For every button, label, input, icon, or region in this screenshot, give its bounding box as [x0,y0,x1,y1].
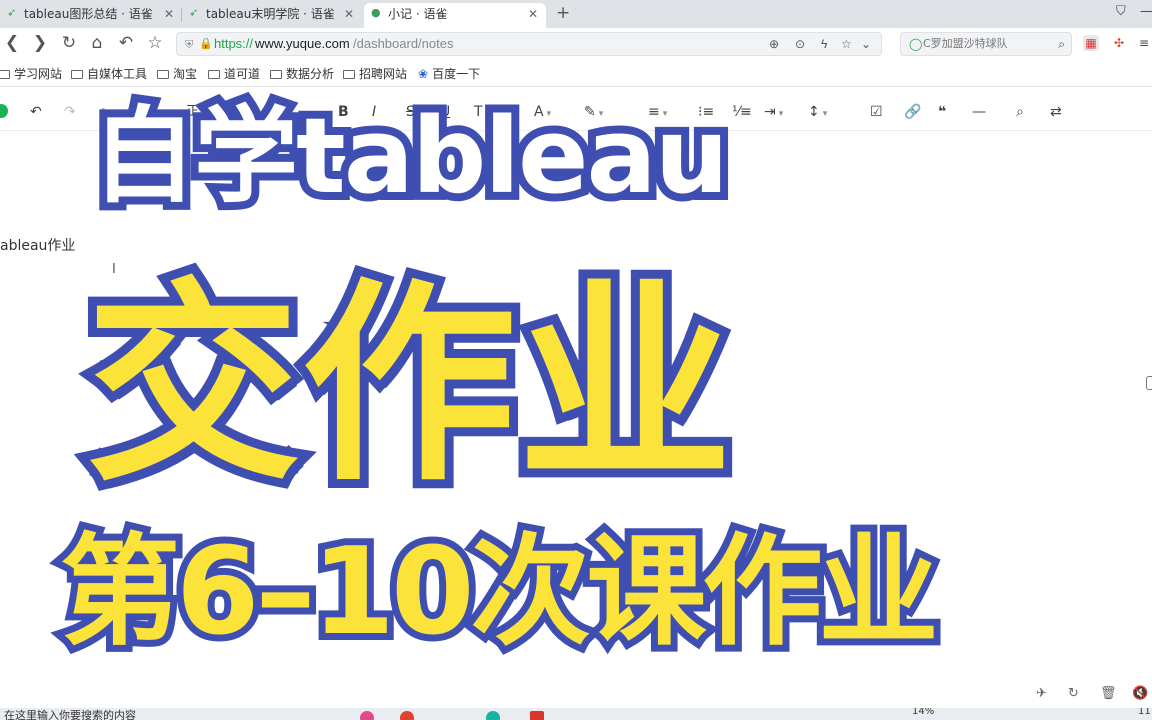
search-icon[interactable]: ⌕ [1058,33,1065,55]
folder-icon [0,70,10,79]
home-icon[interactable]: ⌂ [87,33,107,53]
shield-icon: ⛨ [185,39,194,51]
bookmark-folder[interactable]: 招聘网站 [343,65,407,82]
bookmark-baidu[interactable]: ❀ 百度一下 [418,65,480,82]
yuque-favicon-icon: ➶ [189,6,199,19]
bookmark-folder[interactable]: 淘宝 [157,65,197,82]
checkbox-icon[interactable]: ☑ [870,102,883,122]
taskbar-search-input[interactable]: 在这里输入你要搜索的内容 [4,708,136,720]
minimize-icon[interactable]: — [1140,4,1152,19]
tab-title: tableau图形总结 · 语雀 [24,7,153,21]
tab-title: tableau末明学院 · 语雀 [206,7,335,21]
address-bar[interactable]: ⛨ 🔒 https:// www.yuque.com /dashboard/no… [176,32,882,56]
tab-title: 小记 · 语雀 [388,7,448,21]
side-panel-handle[interactable] [1146,376,1152,390]
add-icon[interactable]: ⊕ [769,33,779,55]
overlay-headline: 交作业 [77,259,741,513]
yuque-leaf-icon: ● [371,6,381,19]
chevron-down-icon[interactable]: ⌄ [861,33,871,55]
clock: 11 [1138,708,1151,717]
tab-notes[interactable]: ● 小记 · 语雀 ✕ [364,3,546,28]
find-icon[interactable]: ⌕ [1016,102,1024,122]
bookmark-folder[interactable]: 道可道 [208,65,260,82]
undo-close-icon[interactable]: ↶ [116,33,136,53]
folder-icon [208,70,220,79]
game-icon[interactable]: ✣ [1111,35,1127,51]
numbered-list-icon[interactable]: ⅟≡ [732,102,752,122]
divider-icon[interactable]: — [972,102,986,122]
bookmarks-bar: 学习网站 自媒体工具 淘宝 道可道 数据分析 招聘网站 ❀ 百度一下 [0,60,1152,87]
bookmark-folder[interactable]: 自媒体工具 [71,65,147,82]
url-path: /dashboard/notes [353,36,454,51]
tab-tableau-academy[interactable]: ➶ tableau末明学院 · 语雀 ✕ [182,3,362,28]
close-icon[interactable]: ✕ [344,3,354,25]
bookmark-folder[interactable]: 学习网站 [0,65,62,82]
lock-icon: 🔒 [199,38,213,50]
flash-icon[interactable]: ϟ [821,33,827,55]
translate-icon[interactable]: ⇄ [1050,102,1062,122]
refresh-icon[interactable]: ↻ [1068,686,1079,701]
menu-icon[interactable]: ≡ [1136,35,1152,51]
search-engine-icon: ◯ [909,37,923,51]
overlay-subtitle: 第6–10次课作业 [53,516,945,669]
apps-grid-icon[interactable]: ▦ [1083,35,1099,51]
redo-icon[interactable]: ↷ [64,102,76,122]
overlay-title: 自学tableau [84,88,737,224]
sync-status-icon [0,104,8,118]
forward-icon[interactable]: ❯ [30,33,50,53]
app-icon[interactable] [360,711,374,720]
search-placeholder: C罗加盟沙特球队 [923,37,1008,50]
browser-tab-bar: ➶ tableau图形总结 · 语雀 ✕ ➶ tableau末明学院 · 语雀 … [0,0,1152,29]
app-icon[interactable] [486,711,500,720]
link-icon[interactable]: 🔗 [904,102,921,122]
paw-icon: ❀ [418,67,429,81]
indent-icon[interactable]: ⇥ [764,102,783,124]
tab-tableau-summary[interactable]: ➶ tableau图形总结 · 语雀 ✕ [0,3,182,28]
battery-percent: 14% [912,708,935,717]
zoom-icon[interactable]: ⊙ [795,33,805,55]
url-host: www.yuque.com [255,36,350,51]
os-taskbar: 在这里输入你要搜索的内容 14% 11 [0,708,1152,720]
app-icon[interactable] [530,711,544,720]
folder-icon [157,70,169,79]
new-tab-button[interactable]: + [556,3,570,23]
chrome-icon[interactable] [400,711,414,720]
navigation-bar: ❮ ❯ ↻ ⌂ ↶ ☆ ⛨ 🔒 https:// www.yuque.com /… [0,28,1152,60]
document-line[interactable]: ableau作业 [0,235,75,255]
mute-icon[interactable]: 🔇 [1132,686,1148,701]
folder-icon [270,70,282,79]
url-protocol: https:// [214,36,254,51]
reload-icon[interactable]: ↻ [59,33,79,53]
folder-icon [343,70,355,79]
search-input[interactable]: ◯ C罗加盟沙特球队 ⌕ [900,32,1072,56]
close-icon[interactable]: ✕ [528,3,538,25]
folder-icon [71,70,83,79]
back-icon[interactable]: ❮ [2,33,22,53]
close-icon[interactable]: ✕ [164,3,174,25]
rocket-icon[interactable]: ✈ [1036,686,1047,701]
undo-icon[interactable]: ↶ [30,102,42,122]
quote-icon[interactable]: ❝ [938,102,946,122]
trash-icon[interactable]: 🗑 [1100,686,1117,701]
bookmark-folder[interactable]: 数据分析 [270,65,334,82]
yuque-favicon-icon: ➶ [7,6,17,19]
bookmark-star-icon[interactable]: ☆ [145,33,165,53]
shirt-icon[interactable]: ⛉ [1116,4,1126,19]
favorite-icon[interactable]: ☆ [841,33,852,55]
line-height-icon[interactable]: ↕ [808,102,827,124]
